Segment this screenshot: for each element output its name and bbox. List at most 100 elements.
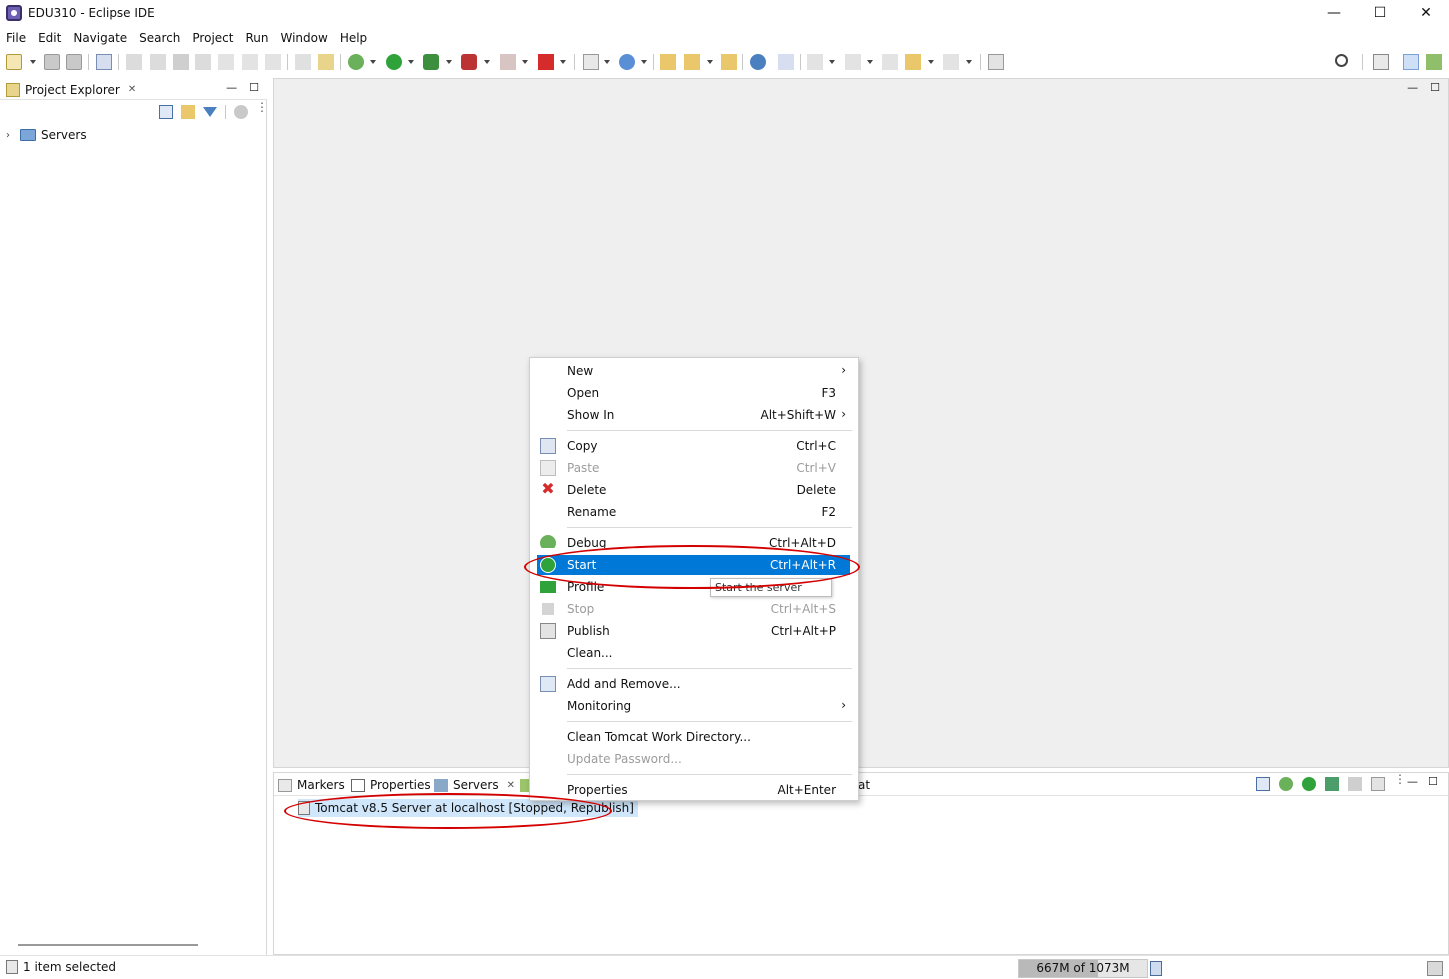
stop-server-icon[interactable] xyxy=(500,54,516,70)
menu-file[interactable]: File xyxy=(0,31,32,45)
pin-editor-icon[interactable] xyxy=(988,54,1004,70)
web-browser-icon[interactable] xyxy=(750,54,766,70)
menu-item-clean-tomcat-work-directory[interactable]: Clean Tomcat Work Directory... xyxy=(530,726,858,748)
menu-project[interactable]: Project xyxy=(186,31,239,45)
step-over-icon[interactable] xyxy=(242,54,258,70)
new-icon[interactable] xyxy=(6,54,22,70)
menu-item-properties[interactable]: Properties Alt+Enter xyxy=(530,779,858,801)
menu-item-monitoring[interactable]: Monitoring › xyxy=(530,695,858,717)
next-annotation-icon[interactable] xyxy=(807,54,823,70)
debug-perspective-icon[interactable] xyxy=(1426,54,1442,70)
search-icon[interactable] xyxy=(1335,54,1348,67)
tab-project-explorer[interactable]: Project Explorer ✕ xyxy=(2,79,140,100)
last-edit-location-icon[interactable] xyxy=(882,54,898,70)
tab-properties[interactable]: Properties xyxy=(351,776,431,794)
tab-servers[interactable]: Servers ✕ xyxy=(434,776,515,794)
search-open-icon[interactable] xyxy=(721,54,737,70)
coverage-icon[interactable] xyxy=(423,54,439,70)
java-ee-perspective-icon[interactable] xyxy=(1403,54,1419,70)
delete-icon: ✖ xyxy=(541,479,555,498)
menu-item-paste[interactable]: Paste Ctrl+V xyxy=(530,457,858,479)
save-all-icon[interactable] xyxy=(66,54,82,70)
menu-window[interactable]: Window xyxy=(274,31,333,45)
menu-navigate[interactable]: Navigate xyxy=(67,31,133,45)
forward-icon[interactable] xyxy=(943,54,959,70)
menu-item-show-in[interactable]: Show In Alt+Shift+W › xyxy=(530,404,858,426)
garbage-collect-icon[interactable] xyxy=(1150,961,1162,976)
collapse-all-icon[interactable] xyxy=(159,105,173,119)
menu-help[interactable]: Help xyxy=(334,31,373,45)
focus-icon[interactable] xyxy=(234,105,248,119)
maximize-view-icon[interactable]: ☐ xyxy=(249,81,259,94)
disconnect-icon[interactable] xyxy=(195,54,211,70)
use-step-filters-icon[interactable] xyxy=(318,54,334,70)
terminate-icon[interactable] xyxy=(173,54,189,70)
external-tools-icon[interactable] xyxy=(461,54,477,70)
menu-item-rename[interactable]: Rename F2 xyxy=(530,501,858,523)
new-server-icon[interactable] xyxy=(583,54,599,70)
menu-search[interactable]: Search xyxy=(133,31,186,45)
minimize-editor-icon[interactable]: — xyxy=(1407,81,1418,94)
tab-hidden-partial[interactable]: at xyxy=(858,776,870,794)
tree-item-servers[interactable]: › Servers xyxy=(6,126,87,144)
menu-item-stop[interactable]: Stop Ctrl+Alt+S xyxy=(530,598,858,620)
notifications-icon[interactable] xyxy=(1427,961,1443,976)
menu-item-add-remove[interactable]: Add and Remove... xyxy=(530,673,858,695)
stop-server-icon[interactable] xyxy=(1348,777,1362,791)
skip-breakpoints-icon[interactable] xyxy=(96,54,112,70)
minimize-button[interactable]: — xyxy=(1311,0,1357,26)
minimize-view-icon[interactable]: — xyxy=(1407,776,1419,791)
new-dropdown-icon[interactable] xyxy=(30,60,36,64)
debug-icon[interactable] xyxy=(348,54,364,70)
chevron-right-icon[interactable]: › xyxy=(6,130,20,141)
profile-server-icon[interactable] xyxy=(1325,777,1339,791)
close-button[interactable]: ✕ xyxy=(1403,0,1449,26)
save-icon[interactable] xyxy=(44,54,60,70)
heap-status[interactable]: 667M of 1073M xyxy=(1018,959,1148,978)
terminal-icon[interactable] xyxy=(778,54,794,70)
minimize-view-icon[interactable]: — xyxy=(226,81,237,94)
maximize-button[interactable]: ☐ xyxy=(1357,0,1403,26)
link-with-editor-icon[interactable] xyxy=(181,105,195,119)
maximize-view-icon[interactable]: ☐ xyxy=(1428,776,1440,791)
editor-area: — ☐ xyxy=(273,78,1449,768)
run-icon[interactable] xyxy=(386,54,402,70)
horizontal-scrollbar[interactable] xyxy=(18,944,198,946)
start-server-icon[interactable] xyxy=(1302,777,1316,791)
close-icon[interactable]: ✕ xyxy=(128,84,136,95)
tab-markers[interactable]: Markers xyxy=(278,776,345,794)
menu-item-clean[interactable]: Clean... xyxy=(530,642,858,664)
run-server-icon[interactable] xyxy=(538,54,554,70)
project-explorer-toolbar: ⋮ xyxy=(159,101,268,119)
menu-item-shortcut: Ctrl+Alt+S xyxy=(770,602,836,616)
collapse-all-icon[interactable] xyxy=(1256,777,1270,791)
menu-run[interactable]: Run xyxy=(239,31,274,45)
resume-icon[interactable] xyxy=(126,54,142,70)
suspend-icon[interactable] xyxy=(150,54,166,70)
view-menu-icon[interactable]: ⋮ xyxy=(1394,773,1406,791)
new-java-class-icon[interactable] xyxy=(619,54,635,70)
previous-annotation-icon[interactable] xyxy=(845,54,861,70)
open-type-icon[interactable] xyxy=(660,54,676,70)
step-return-icon[interactable] xyxy=(265,54,281,70)
view-menu-icon[interactable]: ⋮ xyxy=(256,101,268,119)
publish-icon[interactable] xyxy=(1371,777,1385,791)
debug-server-icon[interactable] xyxy=(1279,777,1293,791)
menu-item-label: Update Password... xyxy=(567,752,682,766)
open-task-icon[interactable] xyxy=(684,54,700,70)
menu-item-update-password[interactable]: Update Password... xyxy=(530,748,858,770)
add-remove-icon xyxy=(540,676,556,692)
menu-edit[interactable]: Edit xyxy=(32,31,67,45)
maximize-editor-icon[interactable]: ☐ xyxy=(1430,81,1440,94)
open-perspective-icon[interactable] xyxy=(1373,54,1389,70)
menu-item-new[interactable]: New › xyxy=(530,360,858,382)
back-icon[interactable] xyxy=(905,54,921,70)
menu-item-publish[interactable]: Publish Ctrl+Alt+P xyxy=(530,620,858,642)
step-into-icon[interactable] xyxy=(218,54,234,70)
menu-item-open[interactable]: Open F3 xyxy=(530,382,858,404)
menu-item-copy[interactable]: Copy Ctrl+C xyxy=(530,435,858,457)
filter-icon[interactable] xyxy=(203,107,217,117)
close-icon[interactable]: ✕ xyxy=(507,780,515,791)
menu-item-delete[interactable]: ✖ Delete Delete xyxy=(530,479,858,501)
drop-to-frame-icon[interactable] xyxy=(295,54,311,70)
